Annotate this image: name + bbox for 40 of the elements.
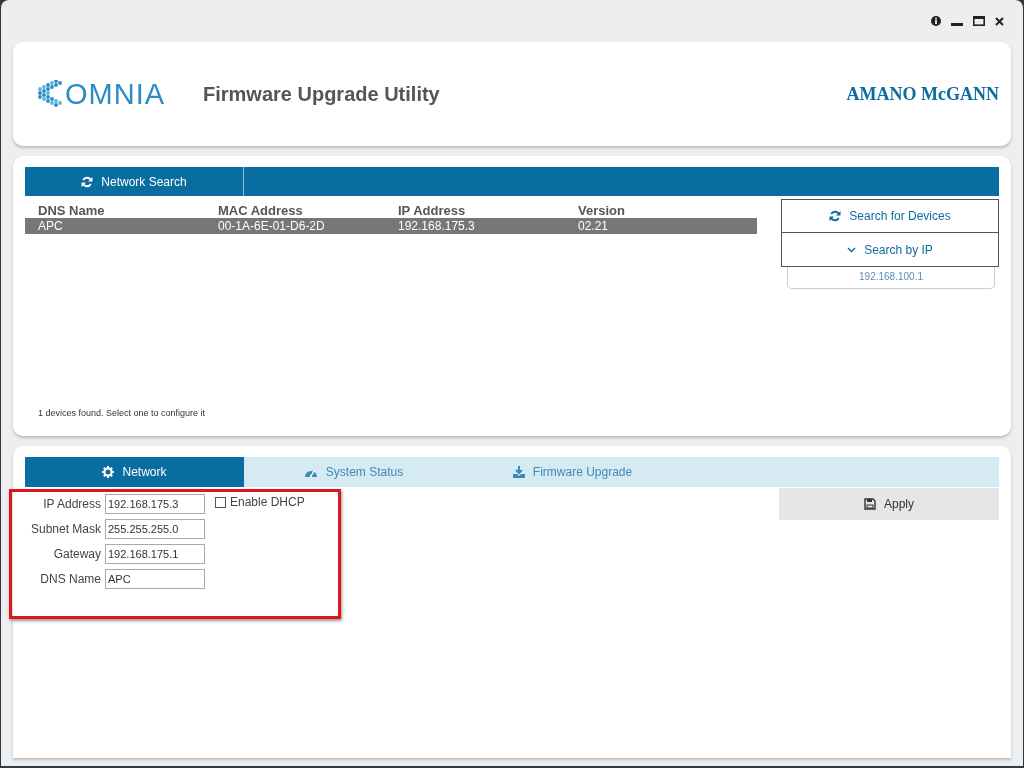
search-devices-button[interactable]: Search for Devices bbox=[781, 199, 999, 233]
input-field[interactable]: APC bbox=[105, 569, 205, 589]
app-title: Firmware Upgrade Utility bbox=[203, 82, 441, 106]
maximize-icon[interactable] bbox=[973, 16, 985, 26]
search-by-ip-button[interactable]: Search by IP bbox=[781, 233, 999, 267]
table-cell-text: 00-1A-6E-01-D6-2D bbox=[218, 219, 326, 233]
column-header: MAC Address bbox=[218, 203, 304, 218]
tab[interactable]: System Status bbox=[244, 457, 463, 487]
column-header: DNS Name bbox=[38, 203, 106, 218]
field-label: Subnet Mask bbox=[29, 522, 101, 536]
column-header: IP Address bbox=[398, 203, 467, 218]
input-field[interactable]: 255.255.255.0 bbox=[105, 519, 205, 539]
status-text: 1 devices found. Select one to configure it bbox=[37, 408, 207, 418]
input-field[interactable]: 192.168.175.3 bbox=[105, 494, 205, 514]
save-icon bbox=[864, 498, 876, 510]
apply-button[interactable]: Apply bbox=[779, 488, 999, 520]
table-row[interactable]: APC 00-1A-6E-01-D6-2D 192.168.175.3 02.21 bbox=[25, 218, 757, 234]
close-icon[interactable] bbox=[995, 16, 1004, 26]
ip-input-field[interactable]: 192.168.100.1 bbox=[787, 267, 995, 289]
checkbox-label: Enable DHCP bbox=[230, 495, 305, 509]
logo-text: OMNIA bbox=[65, 77, 166, 111]
refresh-icon bbox=[81, 175, 94, 188]
table-cell-text: 192.168.175.3 bbox=[398, 219, 476, 233]
field-label: IP Address bbox=[42, 497, 101, 511]
checkbox[interactable] bbox=[215, 496, 226, 508]
chevron-down-icon bbox=[847, 246, 857, 253]
field-label: Gateway bbox=[52, 547, 101, 561]
dot-cluster-icon bbox=[37, 80, 63, 108]
table-cell-text: APC bbox=[38, 219, 64, 233]
brand-name: AMANO McGANN bbox=[846, 83, 999, 105]
table-cell-text: 02.21 bbox=[578, 219, 610, 233]
refresh-icon bbox=[829, 210, 842, 222]
input-field[interactable]: 192.168.175.1 bbox=[105, 544, 205, 564]
gear-icon bbox=[102, 466, 115, 478]
info-icon[interactable] bbox=[931, 16, 941, 26]
download-icon bbox=[512, 466, 525, 478]
tab[interactable]: Firmware Upgrade bbox=[463, 457, 682, 487]
field-label: DNS Name bbox=[39, 572, 101, 586]
tab[interactable]: Network bbox=[25, 457, 244, 487]
column-header: Version bbox=[578, 203, 626, 218]
